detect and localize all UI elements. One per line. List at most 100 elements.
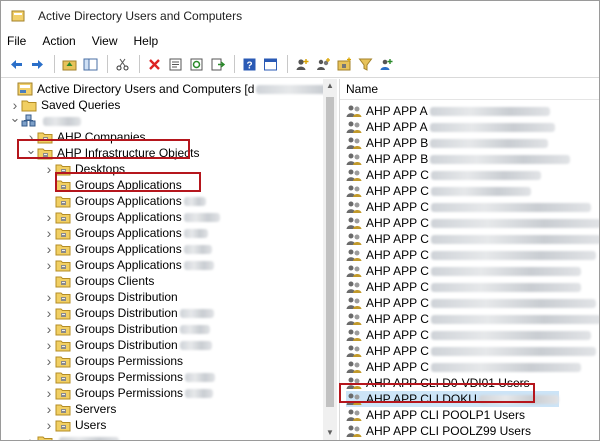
properties-icon[interactable] <box>166 55 184 73</box>
export-list-icon[interactable] <box>208 55 226 73</box>
forward-arrow-icon[interactable] <box>28 55 46 73</box>
tree-node[interactable]: › <box>25 433 119 440</box>
ou-folder-icon <box>55 241 71 257</box>
scrollbar-thumb[interactable] <box>326 97 334 407</box>
chevron-right-icon[interactable]: › <box>43 209 55 225</box>
tree-node[interactable]: Groups Applications <box>43 193 206 209</box>
back-arrow-icon[interactable] <box>7 55 25 73</box>
tree-node[interactable]: › Groups Distribution <box>43 289 178 305</box>
list-item[interactable]: AHP APP C <box>346 279 581 295</box>
chevron-right-icon[interactable]: › <box>43 321 55 337</box>
ou-folder-icon <box>55 337 71 353</box>
new-user-icon[interactable] <box>293 55 311 73</box>
tree-node[interactable]: Groups Clients <box>43 273 154 289</box>
chevron-right-icon[interactable]: › <box>43 241 55 257</box>
cut-icon[interactable] <box>113 55 131 73</box>
list-item-label: AHP APP C <box>366 184 429 198</box>
redacted-text <box>185 388 214 398</box>
filter-icon[interactable] <box>356 55 374 73</box>
list-item[interactable]: AHP APP C <box>346 199 591 215</box>
chevron-right-icon[interactable]: › <box>43 353 55 369</box>
scroll-up-icon[interactable]: ▲ <box>325 81 335 91</box>
tree-node[interactable]: › Groups Applications <box>43 241 212 257</box>
delete-icon[interactable] <box>145 55 163 73</box>
list-item-label: AHP APP C <box>366 264 429 278</box>
tree-node[interactable]: › Groups Distribution <box>43 305 214 321</box>
redacted-text <box>59 436 119 440</box>
list-item[interactable]: AHP APP C <box>346 247 596 263</box>
add-to-group-icon[interactable] <box>377 55 395 73</box>
tree-node-label: Groups Distribution <box>75 290 178 304</box>
security-group-icon <box>346 279 362 295</box>
list-item[interactable]: AHP APP C <box>346 263 581 279</box>
tree-node[interactable]: › Groups Permissions <box>43 353 183 369</box>
chevron-right-icon[interactable]: › <box>43 385 55 401</box>
security-group-icon <box>346 343 362 359</box>
toolbar-separator <box>234 55 235 73</box>
tree-node[interactable]: › Users <box>43 417 107 433</box>
column-header-name[interactable]: Name <box>340 79 599 100</box>
menu-bar: File Action View Help <box>1 31 599 51</box>
list-item[interactable]: AHP APP C <box>346 183 531 199</box>
list-item[interactable]: AHP APP C <box>346 215 599 231</box>
saved-queries-folder-icon <box>21 97 37 113</box>
console-icon[interactable] <box>261 55 279 73</box>
chevron-right-icon[interactable]: › <box>43 337 55 353</box>
list-item-label: AHP APP CLI POOLP1 Users <box>366 408 525 422</box>
refresh-icon[interactable] <box>187 55 205 73</box>
list-item[interactable]: AHP APP A <box>346 119 555 135</box>
scroll-down-icon[interactable]: ▼ <box>325 428 335 438</box>
show-tree-icon[interactable] <box>81 55 99 73</box>
up-folder-icon[interactable] <box>60 55 78 73</box>
tree-node[interactable]: › Groups Distribution <box>43 337 212 353</box>
tree-node[interactable]: › Groups Permissions <box>43 385 214 401</box>
menu-help[interactable]: Help <box>134 34 159 48</box>
list-item[interactable]: AHP APP C <box>346 231 599 247</box>
list-item[interactable]: AHP APP C <box>346 343 596 359</box>
list-item[interactable]: AHP APP C <box>346 167 541 183</box>
highlight-groups-applications <box>55 172 201 192</box>
help-icon[interactable]: ? <box>240 55 258 73</box>
tree-node[interactable]: › Groups Applications <box>43 209 220 225</box>
tree-node[interactable]: › Groups Distribution <box>43 321 210 337</box>
list-item[interactable]: AHP APP C <box>346 359 581 375</box>
tree-node[interactable]: › Groups Applications <box>43 257 214 273</box>
chevron-right-icon[interactable]: › <box>43 225 55 241</box>
tree-node[interactable]: › Groups Applications <box>43 225 208 241</box>
chevron-right-icon[interactable]: › <box>43 401 55 417</box>
tree-node-label: Groups Permissions <box>75 354 184 368</box>
chevron-right-icon[interactable]: › <box>25 433 37 440</box>
tree-node[interactable]: › Saved Queries <box>9 97 121 113</box>
tree-scrollbar[interactable]: ▲ ▼ <box>323 79 337 440</box>
list-item-label: AHP APP C <box>366 216 429 230</box>
menu-action[interactable]: Action <box>42 34 75 48</box>
chevron-right-icon[interactable]: › <box>43 305 55 321</box>
new-group-icon[interactable] <box>314 55 332 73</box>
menu-view[interactable]: View <box>92 34 118 48</box>
new-ou-icon[interactable] <box>335 55 353 73</box>
chevron-right-icon[interactable]: › <box>43 161 55 177</box>
chevron-right-icon[interactable]: › <box>43 369 55 385</box>
tree-node-label: Groups Clients <box>75 274 155 288</box>
list-item[interactable]: AHP APP C <box>346 295 596 311</box>
list-item-label: AHP APP A <box>366 104 428 118</box>
list-item[interactable]: AHP APP CLI POOLP1 Users <box>346 407 525 423</box>
chevron-down-icon[interactable]: ⌄ <box>9 110 21 126</box>
list-item[interactable]: AHP APP A <box>346 103 550 119</box>
redacted-text <box>430 250 596 260</box>
list-item[interactable]: AHP APP C <box>346 311 599 327</box>
chevron-right-icon[interactable]: › <box>43 417 55 433</box>
menu-file[interactable]: File <box>7 34 26 48</box>
tree-node[interactable]: ⌄ <box>9 110 81 129</box>
security-group-icon <box>346 103 362 119</box>
tree-node[interactable]: › Servers <box>43 401 117 417</box>
aduc-root-icon <box>17 81 33 97</box>
list-item[interactable]: AHP APP B <box>346 135 549 151</box>
tree-node[interactable]: › Groups Permissions <box>43 369 216 385</box>
list-item[interactable]: AHP APP B <box>346 151 571 167</box>
chevron-right-icon[interactable]: › <box>43 257 55 273</box>
tree-node[interactable]: Active Directory Users and Computers [d] <box>5 81 323 97</box>
list-item[interactable]: AHP APP CLI POOLZ99 Users <box>346 423 531 439</box>
chevron-right-icon[interactable]: › <box>43 289 55 305</box>
list-item[interactable]: AHP APP C <box>346 327 591 343</box>
